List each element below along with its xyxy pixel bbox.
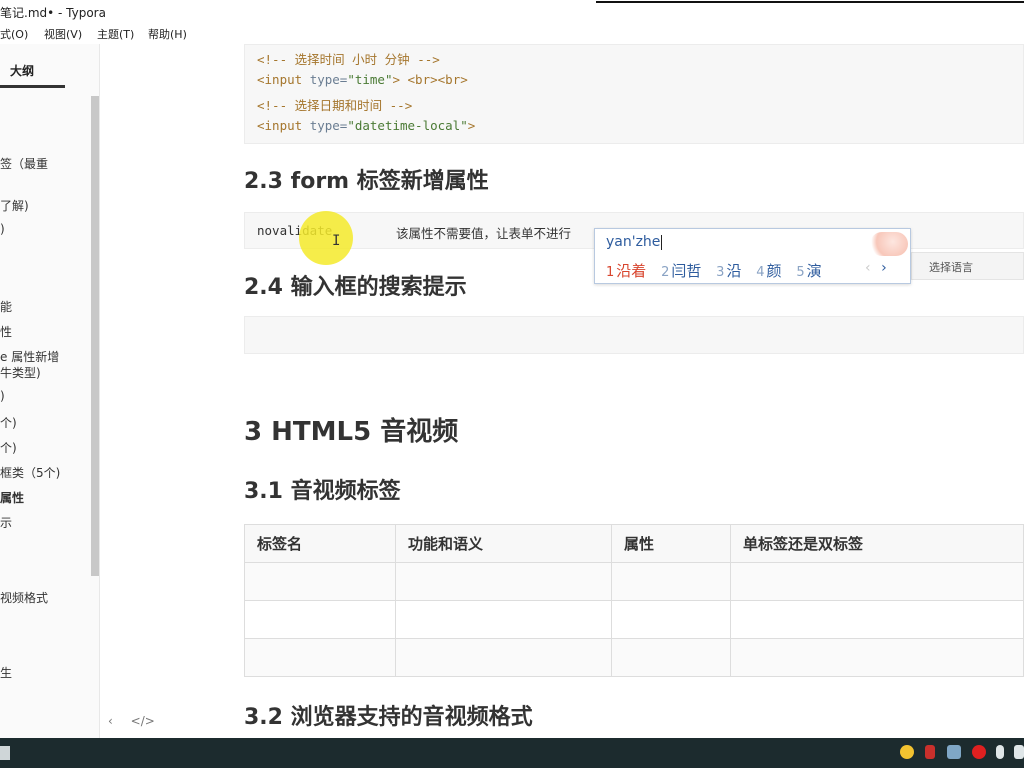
code-line: <input type="time"> <br><br>: [257, 72, 468, 87]
chevron-left-icon[interactable]: ‹: [865, 260, 871, 276]
table-row: [244, 562, 1024, 601]
outline-item[interactable]: 示: [0, 514, 12, 531]
table-header[interactable]: 功能和语义: [395, 524, 612, 563]
table-header[interactable]: 属性: [611, 524, 731, 563]
menu-bar: 式(O) 视图(V) 主题(T) 帮助(H): [0, 22, 1024, 44]
outline-item[interactable]: 生: [0, 664, 12, 681]
table-cell[interactable]: [395, 562, 612, 601]
table-cell[interactable]: [244, 562, 396, 601]
chevron-right-icon[interactable]: ›: [881, 260, 887, 276]
ime-candidate[interactable]: 3沿: [716, 262, 741, 280]
outline-item[interactable]: 视频格式: [0, 589, 48, 606]
text-cursor-icon: I: [332, 233, 341, 249]
outline-item-active[interactable]: 属性: [0, 489, 24, 506]
menu-format[interactable]: 式(O): [0, 26, 28, 42]
heading-2-4: 2.4 输入框的搜索提示: [244, 275, 467, 300]
menu-view[interactable]: 视图(V): [44, 26, 82, 42]
novalidate-description: 该属性不需要值，让表单不进行: [396, 226, 572, 241]
outline-item[interactable]: 性: [0, 323, 12, 340]
table-header[interactable]: 单标签还是双标签: [730, 524, 1024, 563]
outline-item[interactable]: 框类（5个): [0, 464, 60, 481]
code-line: <input type="datetime-local">: [257, 118, 476, 133]
select-language-label[interactable]: 选择语言: [929, 259, 973, 275]
ime-skin-icon: [870, 232, 908, 256]
title-bar: 笔记.md• - Typora: [0, 0, 1024, 22]
table-header[interactable]: 标签名: [244, 524, 396, 563]
ime-candidate[interactable]: 2 闫哲: [661, 262, 701, 280]
start-icon[interactable]: [0, 746, 10, 760]
message-icon[interactable]: [947, 745, 961, 759]
outline-item[interactable]: 牛类型): [0, 364, 41, 381]
cursor-highlight: [299, 211, 353, 265]
menu-theme[interactable]: 主题(T): [97, 26, 134, 42]
outline-item[interactable]: ): [0, 389, 5, 403]
ime-candidate[interactable]: 5演: [796, 262, 821, 280]
av-tags-table[interactable]: 标签名 功能和语义 属性 单标签还是双标签: [244, 524, 1024, 677]
outline-item[interactable]: 个): [0, 439, 17, 456]
tab-outline[interactable]: 大纲: [10, 62, 34, 79]
ime-candidate[interactable]: 1 沿着: [606, 262, 646, 280]
code-line: <!-- 选择时间 小时 分钟 -->: [257, 52, 440, 67]
outline-item[interactable]: 能: [0, 298, 12, 315]
outline-item[interactable]: e 属性新增: [0, 348, 59, 365]
heading-3-2: 3.2 浏览器支持的音视频格式: [244, 705, 533, 730]
table-cell[interactable]: [244, 638, 396, 677]
code-line: <!-- 选择日期和时间 -->: [257, 98, 413, 113]
ime-candidate-window: yan'zhe 1 沿着 2 闫哲 3沿 4颜 5演 ‹ ›: [594, 228, 911, 284]
menu-help[interactable]: 帮助(H): [148, 26, 187, 42]
outline-sidebar: 大纲 签（最重 了解) ) 能 性 e 属性新增 牛类型) ) 个) 个) 框类…: [0, 44, 100, 738]
ime-candidates: 1 沿着 2 闫哲 3沿 4颜 5演: [606, 260, 832, 281]
table-row: [244, 600, 1024, 639]
outline-item[interactable]: ): [0, 222, 5, 236]
table-cell[interactable]: [730, 638, 1024, 677]
record-icon[interactable]: [972, 745, 986, 759]
tray-overflow-icon[interactable]: [1014, 745, 1024, 759]
heading-3-1: 3.1 音视频标签: [244, 479, 401, 504]
empty-code-block[interactable]: [244, 316, 1024, 354]
app-tray-icon[interactable]: [925, 745, 935, 759]
ime-composition: yan'zhe: [606, 234, 663, 250]
heading-2-3: 2.3 form 标签新增属性: [244, 169, 489, 194]
table-cell[interactable]: [395, 638, 612, 677]
weather-icon[interactable]: [900, 745, 914, 759]
title-bar-edge: [596, 1, 1024, 3]
sidebar-scrollbar[interactable]: [91, 96, 99, 576]
table-cell[interactable]: [730, 600, 1024, 639]
microphone-icon[interactable]: [996, 745, 1004, 759]
outline-item[interactable]: 了解): [0, 197, 29, 214]
code-block[interactable]: <!-- 选择时间 小时 分钟 --> <input type="time"> …: [244, 44, 1024, 144]
ime-page-nav: ‹ ›: [865, 260, 887, 276]
editor[interactable]: <!-- 选择时间 小时 分钟 --> <input type="time"> …: [100, 44, 1024, 738]
table-cell[interactable]: [611, 638, 731, 677]
outline-item[interactable]: 个): [0, 414, 17, 431]
heading-3: 3 HTML5 音视频: [244, 417, 459, 447]
table-row: [244, 638, 1024, 677]
table-cell[interactable]: [395, 600, 612, 639]
table-cell[interactable]: [611, 600, 731, 639]
taskbar: [0, 738, 1024, 768]
table-cell[interactable]: [730, 562, 1024, 601]
outline-item[interactable]: 签（最重: [0, 155, 48, 172]
table-cell[interactable]: [244, 600, 396, 639]
window-title: 笔记.md• - Typora: [0, 6, 106, 20]
table-cell[interactable]: [611, 562, 731, 601]
tab-underline: [0, 85, 65, 88]
ime-candidate[interactable]: 4颜: [756, 262, 781, 280]
